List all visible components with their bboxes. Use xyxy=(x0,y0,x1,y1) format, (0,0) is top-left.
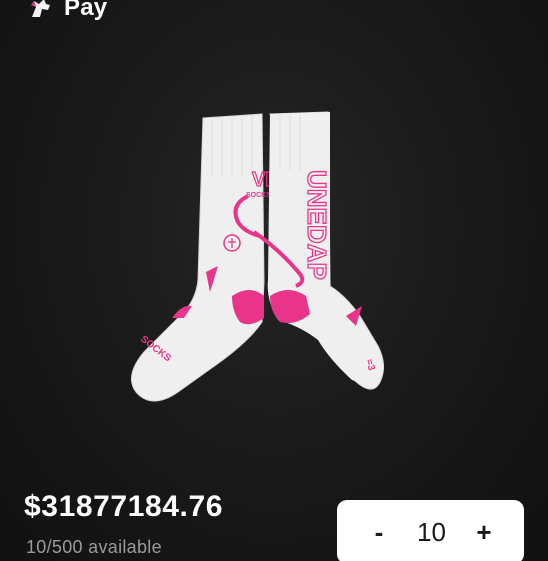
right-sock-logo-text: UNEDAP xyxy=(302,170,332,280)
quantity-value: 10 xyxy=(417,516,446,547)
decrease-quantity-button[interactable]: - xyxy=(367,517,391,548)
payment-screen: Pay VLO SOCKS SOCKS xyxy=(0,0,548,561)
right-sock: UNEDAP =3 xyxy=(252,111,384,390)
product-image: VLO SOCKS SOCKS UNEDAP xyxy=(131,111,384,402)
left-sock-brand-text: SOCKS xyxy=(246,192,271,199)
increase-quantity-button[interactable]: + xyxy=(472,517,496,548)
quantity-stepper[interactable]: - 10 + xyxy=(337,500,524,561)
price: $31877184.76 xyxy=(24,490,224,523)
availability-text: 10/500 available xyxy=(26,537,162,557)
